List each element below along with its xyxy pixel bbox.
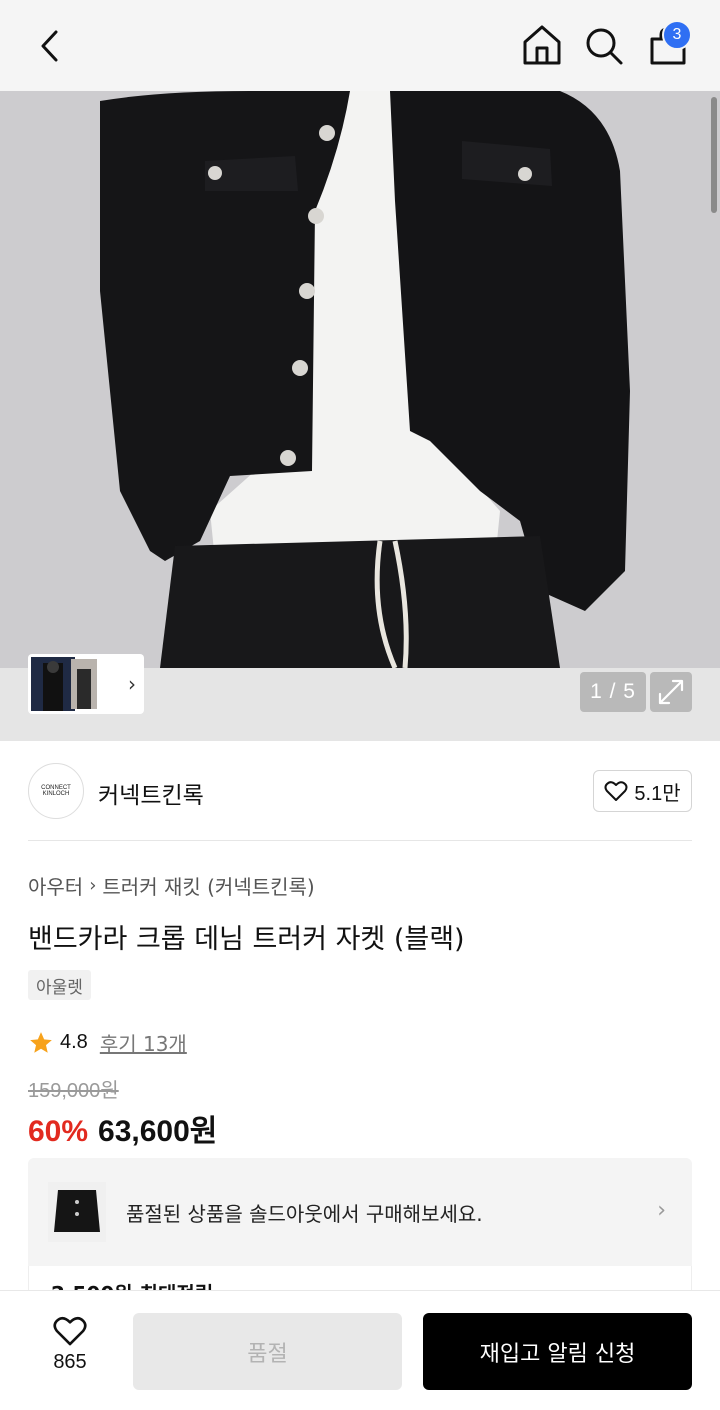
back-button[interactable] [30, 26, 70, 66]
discount-rate: 60% [28, 1115, 89, 1148]
product-photo [0, 91, 720, 668]
wishlist-button[interactable]: 865 [40, 1315, 100, 1385]
banner-text: 품절된 상품을 솔드아웃에서 구매해보세요. [126, 1202, 483, 1226]
brand-logo[interactable]: CONNECT KINLOCH [28, 763, 84, 819]
original-price: 159,000원 [28, 1080, 119, 1102]
bottom-action-bar: 865 품절 재입고 알림 신청 [0, 1290, 720, 1410]
top-navigation-bar: 3 [0, 0, 720, 91]
image-counter: 1 / 5 [580, 672, 646, 712]
chevron-right-icon: › [89, 875, 97, 896]
brand-like-button[interactable]: 5.1만 [593, 770, 692, 812]
star-icon [30, 1031, 52, 1053]
cart-count-badge: 3 [662, 20, 692, 50]
restock-notify-button[interactable]: 재입고 알림 신청 [423, 1313, 692, 1390]
expand-icon [658, 679, 684, 705]
breadcrumb: 아우터 › 트러커 재킷 (커넥트킨록) [28, 871, 315, 900]
banner-product-thumbnail [48, 1182, 106, 1242]
reviews-link[interactable]: 후기 13개 [100, 1028, 187, 1057]
soldout-banner[interactable]: 품절된 상품을 솔드아웃에서 구매해보세요. › [28, 1158, 692, 1268]
chevron-right-icon: › [657, 1198, 666, 1223]
search-icon [586, 28, 623, 65]
chevron-left-icon [41, 30, 58, 62]
home-button[interactable] [519, 22, 565, 68]
expand-button[interactable] [650, 672, 692, 712]
breadcrumb-item[interactable]: 아우터 [28, 871, 83, 900]
brand-like-count: 5.1만 [634, 782, 681, 805]
thumbnail-image[interactable] [31, 657, 75, 711]
wishlist-count: 865 [53, 1351, 87, 1373]
search-button[interactable] [582, 24, 626, 68]
scrollbar-thumb[interactable] [711, 97, 717, 213]
heart-icon [53, 1316, 87, 1346]
product-title: 밴드카라 크롭 데님 트러커 자켓 (블랙) [28, 924, 465, 955]
thumbnail-image[interactable] [71, 659, 97, 709]
outlet-tag: 아울렛 [28, 970, 91, 1000]
sale-price: 63,600원 [98, 1115, 218, 1148]
rating-row: 4.8 후기 13개 [28, 1028, 187, 1057]
home-icon [523, 25, 561, 65]
heart-icon [604, 781, 628, 801]
price-row: 60% 63,600원 [28, 1106, 217, 1150]
rating-value: 4.8 [60, 1031, 88, 1053]
product-image-gallery[interactable]: › 1 / 5 [0, 91, 720, 741]
thumbnail-strip[interactable]: › [28, 654, 144, 714]
breadcrumb-item[interactable]: 트러커 재킷 (커넥트킨록) [102, 871, 314, 900]
divider [28, 840, 692, 841]
brand-name[interactable]: 커넥트킨록 [98, 776, 204, 810]
soldout-button[interactable]: 품절 [133, 1313, 402, 1390]
chevron-right-icon[interactable]: › [128, 672, 136, 696]
